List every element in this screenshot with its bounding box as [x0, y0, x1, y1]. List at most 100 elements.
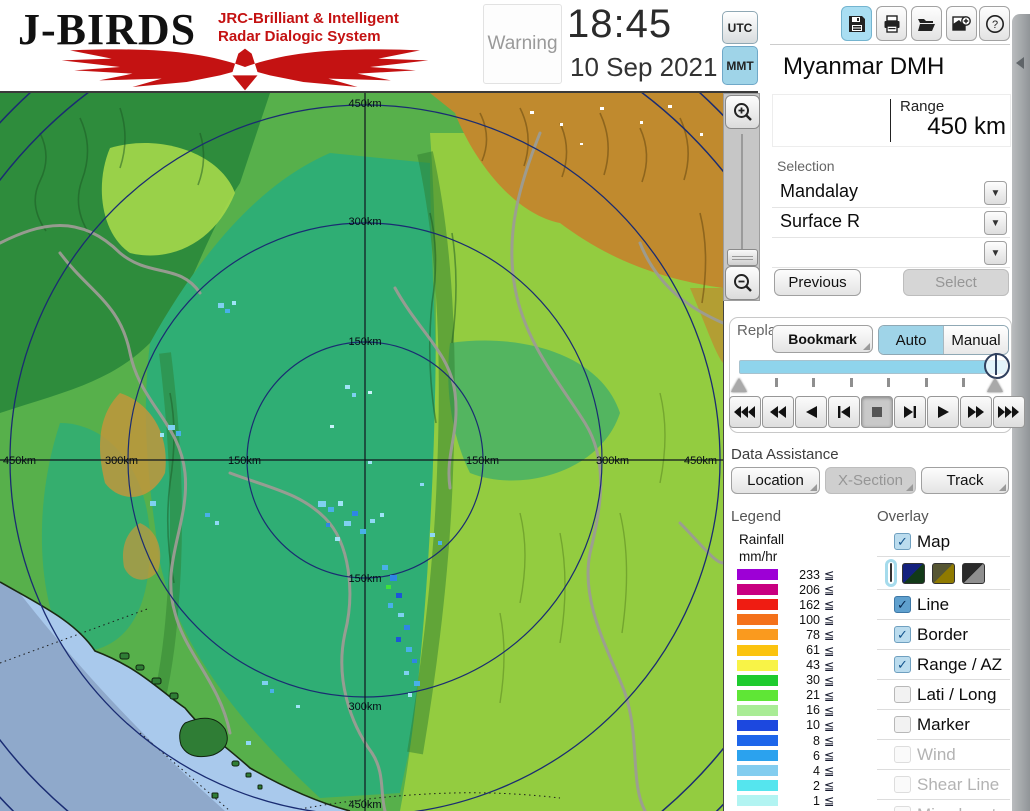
map-style-swatch-1[interactable] [890, 563, 892, 582]
checkbox-border[interactable]: ✓ [894, 626, 911, 643]
legend-value: 30 [806, 673, 820, 688]
legend-value: 78 [806, 627, 820, 642]
site-dropdown[interactable]: Mandalay ▼ [772, 178, 1010, 208]
legend-lte-symbol: ≦ [824, 628, 835, 643]
chevron-down-icon[interactable]: ▼ [984, 241, 1007, 265]
eagle-icon [61, 48, 429, 91]
legend-color-swatch [737, 644, 778, 656]
replay-seek-handle[interactable] [984, 353, 1010, 379]
play-button[interactable] [927, 396, 959, 428]
selected-map-style[interactable] [885, 559, 897, 587]
overlay-separator [877, 679, 1010, 680]
legend-value: 61 [806, 643, 820, 658]
map-style-swatch-3[interactable] [932, 562, 955, 584]
menu-corner-icon [999, 484, 1006, 491]
print-icon [884, 14, 899, 33]
open-folder-button[interactable] [911, 6, 942, 41]
zoom-out-button[interactable] [725, 266, 760, 300]
legend-value: 2 [813, 778, 820, 793]
seek-end-marker[interactable] [987, 378, 1003, 392]
help-button[interactable]: ? [979, 6, 1010, 41]
play-reverse-button[interactable] [795, 396, 827, 428]
range-value: 450 km [927, 113, 1006, 140]
chevron-down-icon[interactable]: ▼ [984, 181, 1007, 205]
chevron-down-icon[interactable]: ▼ [984, 211, 1007, 235]
overlay-separator [877, 589, 1010, 590]
overlay-item-lati-long[interactable]: Lati / Long [877, 681, 1010, 708]
replay-seek-bar[interactable] [739, 360, 1007, 374]
legend-row: 43 ≦ [737, 658, 834, 673]
print-button[interactable] [876, 6, 907, 41]
zoom-slider-track[interactable] [741, 134, 743, 256]
snapshot-add-button[interactable] [946, 6, 977, 41]
overlay-item-line[interactable]: ✓ Line [877, 591, 1010, 618]
legend-color-swatch [737, 584, 778, 596]
product-dropdown[interactable]: Surface R ▼ [772, 208, 1010, 238]
legend-value: 8 [813, 733, 820, 748]
legend-lte-symbol: ≦ [824, 749, 835, 764]
checkbox-shear-line [894, 776, 911, 793]
rewind-button[interactable] [762, 396, 794, 428]
save-icon [848, 15, 865, 32]
legend-value: 43 [806, 658, 820, 673]
zoom-in-button[interactable] [725, 95, 760, 129]
station-separator [770, 44, 1010, 45]
bookmark-button[interactable]: Bookmark [772, 325, 873, 353]
menu-corner-icon [810, 484, 817, 491]
overlay-item-border[interactable]: ✓ Border [877, 621, 1010, 648]
overlay-item-range-az[interactable]: ✓ Range / AZ [877, 651, 1010, 678]
legend-value: 100 [799, 612, 820, 627]
collapse-arrow-icon[interactable] [1016, 57, 1024, 69]
station-name: Myanmar DMH [783, 53, 945, 80]
legend-value: 16 [806, 703, 820, 718]
save-button[interactable] [841, 6, 872, 41]
checkbox-line[interactable]: ✓ [894, 596, 911, 613]
mmt-button[interactable]: MMT [722, 46, 758, 85]
play-icon [937, 406, 949, 418]
legend-label: Legend [731, 508, 782, 525]
fast-forward-button[interactable] [960, 396, 992, 428]
legend-row: 8 ≦ [737, 733, 834, 748]
ring-label: 450km [348, 98, 381, 110]
manual-button[interactable]: Manual [943, 326, 1008, 354]
map-style-swatch-4[interactable] [962, 562, 985, 584]
track-button[interactable]: Track [921, 467, 1009, 494]
legend-color-swatch [737, 735, 778, 747]
previous-button[interactable]: Previous [774, 269, 861, 296]
ring-label: 300km [105, 455, 138, 467]
range-divider [890, 99, 891, 142]
checkbox-wind [894, 746, 911, 763]
checkbox-lati-long[interactable] [894, 686, 911, 703]
overlay-item-map[interactable]: ✓ Map [877, 528, 1010, 555]
replay-mode-switch: Auto Manual [878, 325, 1009, 355]
menu-corner-icon [906, 484, 913, 491]
seek-start-marker[interactable] [731, 378, 747, 392]
fastest-forward-button[interactable] [993, 396, 1025, 428]
checkbox-marker[interactable] [894, 716, 911, 733]
overlay-separator [877, 709, 1010, 710]
fastest-forward-icon [998, 406, 1019, 418]
radar-map[interactable]: 450km 300km 150km 150km 300km 450km 450km 300km… [0, 0, 863, 811]
fast-rewind-button[interactable] [729, 396, 761, 428]
fast-rewind-icon [734, 406, 755, 418]
option-dropdown[interactable]: ▼ [772, 238, 1010, 268]
ring-label: 300km [348, 701, 381, 713]
step-back-icon [838, 406, 850, 418]
zoom-slider-handle[interactable] [727, 249, 758, 266]
utc-button[interactable]: UTC [722, 11, 758, 44]
overlay-item-marker[interactable]: Marker [877, 711, 1010, 738]
map-style-swatch-2[interactable] [902, 562, 925, 584]
location-button[interactable]: Location [731, 467, 820, 494]
warning-button[interactable]: Warning [483, 4, 562, 84]
step-forward-icon [904, 406, 916, 418]
step-back-button[interactable] [828, 396, 860, 428]
legend-title: Rainfall mm/hr [739, 532, 785, 564]
stop-button[interactable] [861, 396, 893, 428]
legend-row: 16 ≦ [737, 703, 834, 718]
checkbox-map[interactable]: ✓ [894, 533, 911, 550]
step-forward-button[interactable] [894, 396, 926, 428]
svg-text:?: ? [991, 19, 997, 31]
checkbox-range-az[interactable]: ✓ [894, 656, 911, 673]
range-display: Range 450 km [772, 94, 1011, 147]
auto-button[interactable]: Auto [879, 326, 943, 354]
